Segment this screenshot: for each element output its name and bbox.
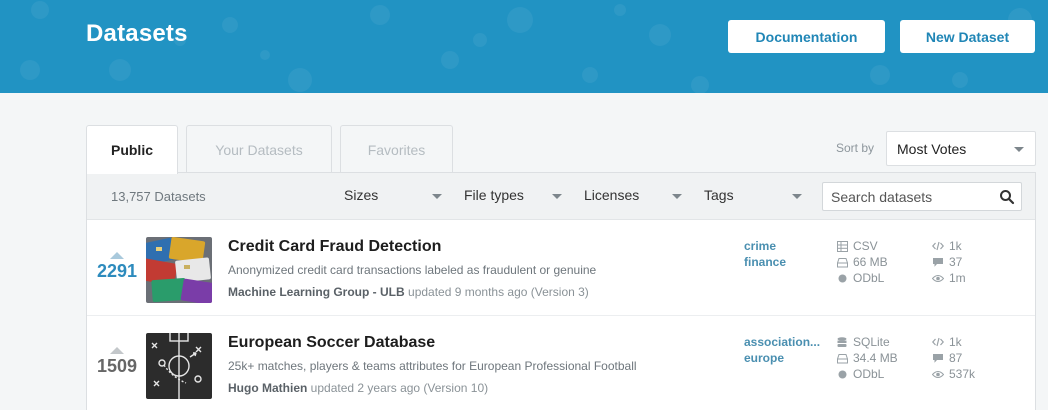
upvote-icon[interactable] (110, 252, 124, 259)
vote-widget: 2291 (91, 252, 143, 282)
license-icon (836, 368, 848, 380)
tag-link[interactable]: crime (744, 238, 824, 254)
file-types-filter[interactable]: File types (464, 187, 564, 207)
vote-count: 2291 (96, 261, 138, 281)
kernel-count: 1k (949, 239, 962, 253)
tag-link[interactable]: europe (744, 350, 824, 366)
new-dataset-button[interactable]: New Dataset (900, 20, 1035, 53)
comment-icon (932, 256, 944, 268)
vote-widget: 1509 (91, 347, 143, 377)
code-icon (932, 240, 944, 252)
licenses-filter[interactable]: Licenses (584, 187, 684, 207)
stats-info: 1k 37 1m (932, 238, 966, 286)
datasets-panel: 13,757 Datasets Sizes File types License… (86, 172, 1036, 410)
database-icon (836, 336, 848, 348)
sort-value: Most Votes (897, 140, 967, 157)
dataset-title[interactable]: Credit Card Fraud Detection (228, 238, 441, 256)
code-icon (932, 336, 944, 348)
tab-public[interactable]: Public (86, 125, 178, 174)
dataset-row[interactable]: 2291 Credit Card Fraud Detection Anonymi… (87, 221, 1035, 316)
tag-link[interactable]: association... (744, 334, 824, 350)
chevron-down-icon (792, 194, 802, 199)
tags-filter[interactable]: Tags (704, 187, 804, 207)
vote-count: 1509 (96, 356, 138, 376)
tags-filter-label: Tags (704, 187, 734, 203)
documentation-button[interactable]: Documentation (728, 20, 885, 53)
soccer-tactics-thumbnail[interactable] (146, 333, 212, 399)
sizes-filter-label: Sizes (344, 187, 379, 203)
comment-count: 87 (949, 351, 963, 365)
table-icon (836, 240, 848, 252)
file-types-filter-label: File types (464, 187, 524, 203)
dataset-subtitle: 25k+ matches, players & teams attributes… (228, 359, 637, 373)
page-header: Datasets Documentation New Dataset (0, 0, 1048, 93)
chevron-down-icon (1014, 147, 1024, 152)
view-count: 1m (949, 271, 966, 285)
stats-info: 1k 87 537k (932, 334, 975, 382)
search-input[interactable] (823, 183, 993, 210)
comment-count: 37 (949, 255, 963, 269)
kernel-count: 1k (949, 335, 962, 349)
dataset-updated: updated 2 years ago (Version 10) (310, 381, 489, 395)
dataset-owner[interactable]: Hugo Mathien (228, 381, 307, 395)
dataset-meta: Hugo Mathien updated 2 years ago (Versio… (228, 381, 488, 395)
license: ODbL (853, 271, 885, 285)
licenses-filter-label: Licenses (584, 187, 640, 203)
eye-icon (932, 272, 944, 284)
file-info: SQLite 34.4 MB ODbL (836, 334, 898, 382)
file-format: SQLite (853, 335, 890, 349)
search-icon[interactable] (999, 189, 1015, 205)
dataset-owner[interactable]: Machine Learning Group - ULB (228, 285, 405, 299)
chevron-down-icon (672, 194, 682, 199)
dataset-tags: crime finance (744, 238, 824, 270)
tab-your-datasets[interactable]: Your Datasets (186, 125, 332, 173)
dataset-tags: association... europe (744, 334, 824, 366)
dataset-meta: Machine Learning Group - ULB updated 9 m… (228, 285, 589, 299)
eye-icon (932, 368, 944, 380)
sort-select[interactable]: Most Votes (886, 131, 1036, 166)
chevron-down-icon (432, 194, 442, 199)
file-format: CSV (853, 239, 878, 253)
chevron-down-icon (552, 194, 562, 199)
tab-favorites[interactable]: Favorites (340, 125, 453, 173)
page-title: Datasets (86, 20, 188, 47)
file-size: 34.4 MB (853, 351, 898, 365)
filter-bar: 13,757 Datasets Sizes File types License… (87, 173, 1035, 220)
search-box (822, 182, 1022, 211)
license: ODbL (853, 367, 885, 381)
tag-link[interactable]: finance (744, 254, 824, 270)
dataset-row[interactable]: 1509 European Soccer Database 25k+ match… (87, 317, 1035, 410)
hard-drive-icon (836, 352, 848, 364)
dataset-subtitle: Anonymized credit card transactions labe… (228, 263, 597, 277)
file-size: 66 MB (853, 255, 888, 269)
license-icon (836, 272, 848, 284)
hard-drive-icon (836, 256, 848, 268)
view-count: 537k (949, 367, 976, 381)
file-info: CSV 66 MB ODbL (836, 238, 888, 286)
dataset-title[interactable]: European Soccer Database (228, 334, 435, 352)
dataset-updated: updated 9 months ago (Version 3) (408, 285, 589, 299)
credit-cards-thumbnail[interactable] (146, 237, 212, 303)
sort-label: Sort by (836, 141, 875, 155)
comment-icon (932, 352, 944, 364)
upvote-icon[interactable] (110, 347, 124, 354)
dataset-count: 13,757 Datasets (111, 189, 206, 204)
sizes-filter[interactable]: Sizes (344, 187, 444, 207)
